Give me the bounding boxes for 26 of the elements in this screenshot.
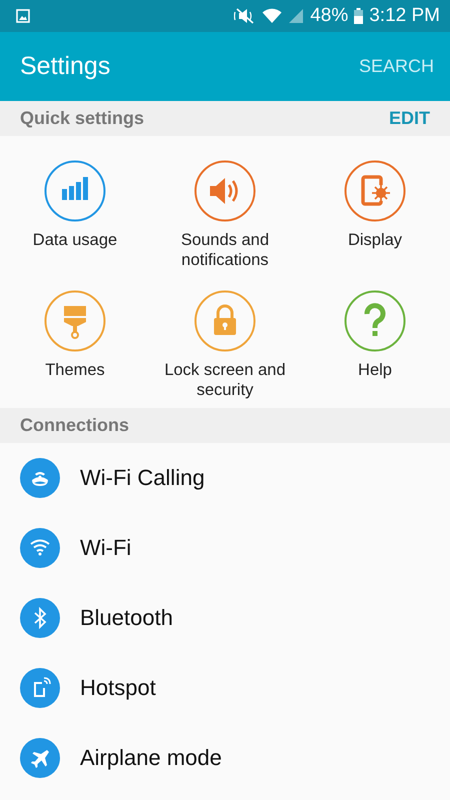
bluetooth-icon xyxy=(20,598,60,638)
hotspot-icon xyxy=(20,668,60,708)
battery-icon xyxy=(354,8,364,24)
quick-setting-tile[interactable]: Display xyxy=(300,160,450,278)
quick-setting-tile[interactable]: Data usage xyxy=(0,160,150,278)
settings-row[interactable]: Bluetooth xyxy=(0,583,450,653)
screen-title: Settings xyxy=(20,52,110,81)
airplane-icon xyxy=(20,738,60,778)
settings-row[interactable]: Wi-Fi Calling xyxy=(0,443,450,513)
quick-setting-tile[interactable]: Help xyxy=(300,290,450,408)
section-title: Quick settings xyxy=(20,108,144,129)
battery-percent: 48% xyxy=(310,5,348,27)
settings-row[interactable]: Wi-Fi xyxy=(0,513,450,583)
clock: 3:12 PM xyxy=(369,5,440,27)
wifi-calling-icon xyxy=(20,458,60,498)
wifi-icon xyxy=(20,528,60,568)
quick-setting-tile[interactable]: Themes xyxy=(0,290,150,408)
mute-icon xyxy=(234,8,256,24)
section-title: Connections xyxy=(20,415,130,436)
image-icon xyxy=(16,9,30,23)
settings-row[interactable]: Hotspot xyxy=(0,653,450,723)
wifi-icon xyxy=(262,8,282,24)
quick-setting-tile[interactable]: Lock screen and security xyxy=(150,290,300,408)
quick-setting-tile[interactable]: Sounds and notifications xyxy=(150,160,300,278)
signal-icon xyxy=(288,8,304,24)
settings-row[interactable]: Airplane mode xyxy=(0,723,450,793)
